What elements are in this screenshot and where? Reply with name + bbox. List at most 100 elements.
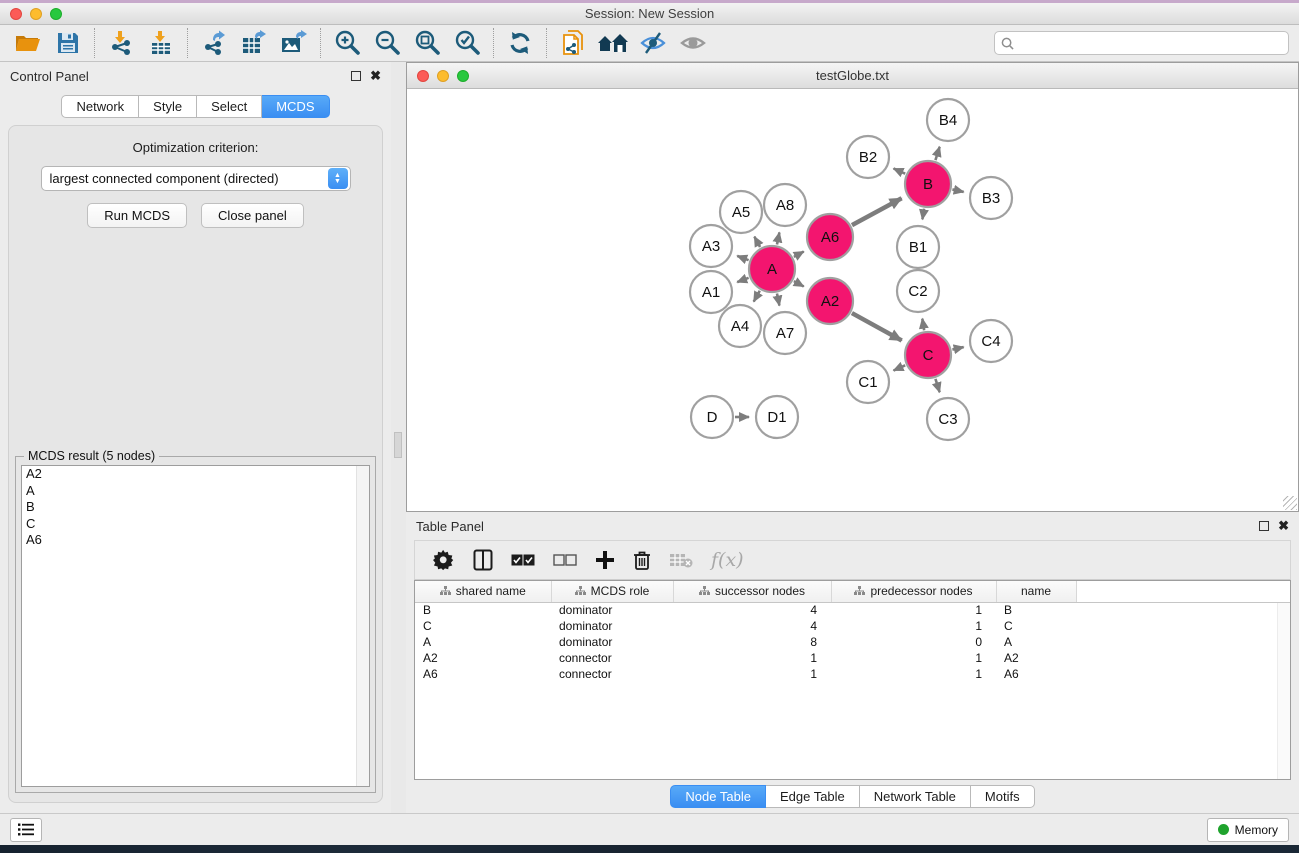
zoom-fit-button[interactable] <box>407 27 447 59</box>
mcds-result-item[interactable]: A6 <box>22 532 369 549</box>
table-cell[interactable]: dominator <box>551 618 673 634</box>
search-input[interactable] <box>1019 36 1282 50</box>
table-cell[interactable]: dominator <box>551 602 673 618</box>
zoom-selected-button[interactable] <box>447 27 487 59</box>
open-file-button[interactable] <box>8 27 48 59</box>
tab-edge-table[interactable]: Edge Table <box>766 785 860 808</box>
table-cell[interactable]: A <box>996 634 1076 650</box>
graph-edge[interactable] <box>794 281 804 286</box>
zoom-in-button[interactable] <box>327 27 367 59</box>
table-cell[interactable]: 1 <box>673 666 831 682</box>
table-cell[interactable]: dominator <box>551 634 673 650</box>
table-row[interactable]: A6connector11A6 <box>415 666 1290 682</box>
table-cell[interactable]: A6 <box>996 666 1076 682</box>
table-cell[interactable]: B <box>415 602 551 618</box>
table-cell[interactable]: 1 <box>831 650 996 666</box>
mcds-result-item[interactable]: A <box>22 483 369 500</box>
save-session-button[interactable] <box>48 27 88 59</box>
show-graphics-details-button[interactable] <box>673 27 713 59</box>
table-cell[interactable]: 1 <box>673 650 831 666</box>
float-panel-icon[interactable] <box>351 71 361 81</box>
tab-node-table[interactable]: Node Table <box>670 785 766 808</box>
table-cell[interactable]: connector <box>551 650 673 666</box>
hide-graphics-details-button[interactable] <box>633 27 673 59</box>
search-field[interactable] <box>994 31 1289 55</box>
float-table-panel-icon[interactable] <box>1259 521 1269 531</box>
graph-edge[interactable] <box>754 291 760 302</box>
graph-edge[interactable] <box>777 232 779 244</box>
clone-network-button[interactable] <box>553 27 593 59</box>
mcds-result-item[interactable]: B <box>22 499 369 516</box>
table-settings-button[interactable] <box>433 547 455 573</box>
graph-edge[interactable] <box>894 168 906 173</box>
table-scrollbar[interactable] <box>1277 603 1290 779</box>
table-cell[interactable]: connector <box>551 666 673 682</box>
graph-edge[interactable] <box>852 198 902 225</box>
memory-button[interactable]: Memory <box>1207 818 1289 842</box>
refresh-button[interactable] <box>500 27 540 59</box>
panel-mode-button[interactable] <box>473 547 493 573</box>
unselect-all-columns-button[interactable] <box>553 547 577 573</box>
delete-column-button[interactable] <box>633 547 651 573</box>
import-network-button[interactable] <box>101 27 141 59</box>
select-all-columns-button[interactable] <box>511 547 535 573</box>
create-column-button[interactable] <box>595 547 615 573</box>
table-row[interactable]: Cdominator41C <box>415 618 1290 634</box>
graph-edge[interactable] <box>737 256 748 260</box>
graph-edge[interactable] <box>952 189 963 192</box>
table-cell[interactable]: 0 <box>831 634 996 650</box>
graph-edge[interactable] <box>922 209 924 220</box>
tab-motifs[interactable]: Motifs <box>971 785 1035 808</box>
graph-edge[interactable] <box>754 237 760 247</box>
table-cell[interactable]: 8 <box>673 634 831 650</box>
close-panel-button[interactable]: Close panel <box>201 203 304 228</box>
result-scrollbar[interactable] <box>356 466 369 786</box>
column-header-successor-nodes[interactable]: successor nodes <box>673 581 831 602</box>
column-header-shared-name[interactable]: shared name <box>415 581 551 602</box>
table-row[interactable]: Adominator80A <box>415 634 1290 650</box>
graph-edge[interactable] <box>935 379 939 392</box>
ndex-browse-button[interactable] <box>593 27 633 59</box>
mcds-result-item[interactable]: C <box>22 516 369 533</box>
table-cell[interactable]: C <box>996 618 1076 634</box>
panel-splitter[interactable] <box>391 62 406 813</box>
graph-edge[interactable] <box>777 293 779 305</box>
mcds-result-list[interactable]: A2ABCA6 <box>21 465 370 787</box>
column-header-predecessor-nodes[interactable]: predecessor nodes <box>831 581 996 602</box>
table-cell[interactable]: A2 <box>415 650 551 666</box>
tab-style[interactable]: Style <box>139 95 197 118</box>
run-mcds-button[interactable]: Run MCDS <box>87 203 187 228</box>
graph-edge[interactable] <box>794 251 804 256</box>
network-canvas[interactable]: B4B2BB3A5A8A6A3AB1A1C2A2A4A7C4CC1C3DD1 <box>407 89 1298 511</box>
splitter-handle[interactable] <box>394 432 402 458</box>
import-table-button[interactable] <box>141 27 181 59</box>
table-cell[interactable]: 1 <box>831 618 996 634</box>
zoom-out-button[interactable] <box>367 27 407 59</box>
table-cell[interactable]: 4 <box>673 618 831 634</box>
table-cell[interactable]: 1 <box>831 602 996 618</box>
table-cell[interactable]: 1 <box>831 666 996 682</box>
table-cell[interactable]: A6 <box>415 666 551 682</box>
table-cell[interactable]: C <box>415 618 551 634</box>
table-cell[interactable]: B <box>996 602 1076 618</box>
close-panel-icon[interactable]: ✖ <box>370 71 381 81</box>
table-row[interactable]: Bdominator41B <box>415 602 1290 618</box>
criterion-dropdown[interactable]: largest connected component (directed) ▲… <box>41 166 351 191</box>
export-image-button[interactable] <box>274 27 314 59</box>
tab-select[interactable]: Select <box>197 95 262 118</box>
graph-edge[interactable] <box>737 278 748 282</box>
graph-edge[interactable] <box>894 365 906 370</box>
network-canvas-area[interactable]: B4B2BB3A5A8A6A3AB1A1C2A2A4A7C4CC1C3DD1 <box>407 89 1298 511</box>
tab-network-table[interactable]: Network Table <box>860 785 971 808</box>
export-table-button[interactable] <box>234 27 274 59</box>
export-network-button[interactable] <box>194 27 234 59</box>
table-row[interactable]: A2connector11A2 <box>415 650 1290 666</box>
table-cell[interactable]: 4 <box>673 602 831 618</box>
column-header-mcds-role[interactable]: MCDS role <box>551 581 673 602</box>
mcds-result-item[interactable]: A2 <box>22 466 369 483</box>
task-history-button[interactable] <box>10 818 42 842</box>
window-resize-grip[interactable] <box>1283 496 1297 510</box>
close-table-panel-icon[interactable]: ✖ <box>1278 521 1289 531</box>
graph-edge[interactable] <box>952 347 963 350</box>
graph-edge[interactable] <box>852 313 902 340</box>
